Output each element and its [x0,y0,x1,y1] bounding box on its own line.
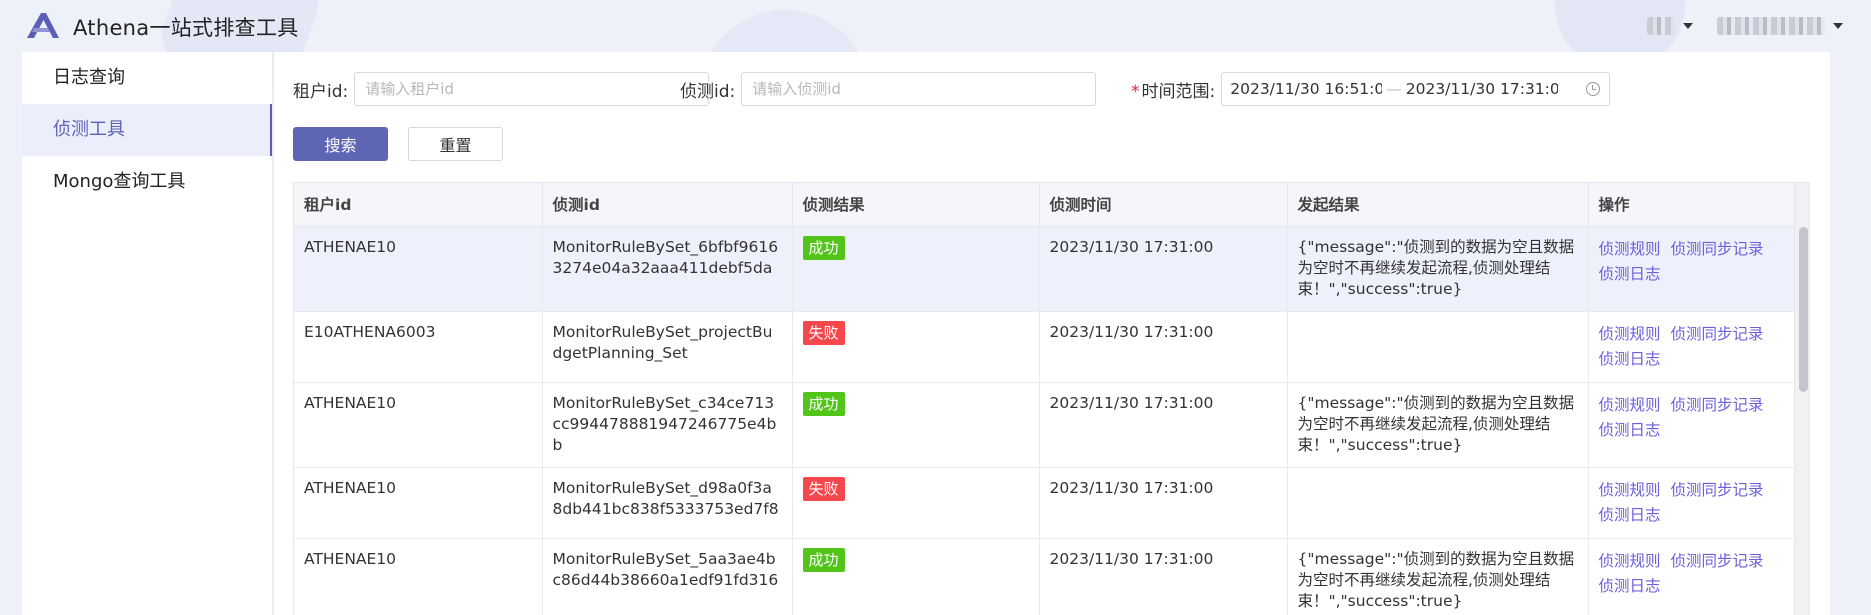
header: Athena一站式排查工具 [0,0,1871,52]
clock-icon [1586,82,1601,96]
detect-rule-link[interactable]: 侦测规则 [1599,396,1661,414]
status-badge: 成功 [802,547,845,572]
detect-input[interactable] [741,72,1097,106]
cell-detect-id: MonitorRuleBySet_5aa3ae4bc86d44b38660a1e… [542,538,793,615]
cell-tenant: ATHENAE10 [294,226,543,312]
status-badge: 失败 [802,476,845,501]
chevron-down-icon [1683,23,1693,29]
detect-rule-link[interactable]: 侦测规则 [1599,481,1661,499]
athena-logo-icon [27,13,59,38]
table-scrollbar[interactable] [1794,183,1809,615]
detect-sync-record-link[interactable]: 侦测同步记录 [1671,240,1764,258]
column-header-launch: 发起结果 [1287,183,1589,227]
cell-time: 2023/11/30 17:31:00 [1039,311,1288,383]
detect-rule-link[interactable]: 侦测规则 [1599,240,1661,258]
status-badge: 失败 [802,320,845,345]
column-header-actions: 操作 [1588,183,1795,227]
time-filter: * 时间范围: 2023/11/30 16:51:03 — 2023/11/30 … [1131,72,1611,106]
cell-detect-id: MonitorRuleBySet_d98a0f3a8db441bc838f533… [542,467,793,539]
detect-sync-record-link[interactable]: 侦测同步记录 [1671,325,1764,343]
detect-rule-link[interactable]: 侦测规则 [1599,552,1661,570]
table-row: ATHENAE10 MonitorRuleBySet_c34ce713cc994… [294,382,1795,468]
cell-actions: 侦测规则 侦测同步记录 侦测日志 [1588,382,1795,468]
detect-log-link[interactable]: 侦测日志 [1599,350,1661,368]
time-label-text: 时间范围: [1141,81,1216,102]
cell-tenant: ATHENAE10 [294,467,543,539]
cell-time: 2023/11/30 17:31:00 [1039,382,1288,468]
time-range-separator: — [1386,80,1402,98]
column-header-result: 侦测结果 [792,183,1040,227]
time-range-picker[interactable]: 2023/11/30 16:51:03 — 2023/11/30 17:31:0… [1221,72,1611,106]
time-label: * 时间范围: [1131,77,1215,102]
cell-actions: 侦测规则 侦测同步记录 侦测日志 [1588,226,1795,312]
cell-result: 成功 [792,538,1040,615]
tenant-label: 租户id: [293,81,349,102]
cell-launch [1287,467,1589,539]
column-header-time: 侦测时间 [1039,183,1288,227]
menu-item-log-query[interactable]: 日志查询 [22,52,272,104]
cell-actions: 侦测规则 侦测同步记录 侦测日志 [1588,311,1795,383]
cell-tenant: ATHENAE10 [294,538,543,615]
cell-launch: {"message":"侦测到的数据为空且数据为空时不再继续发起流程,侦测处理结… [1287,226,1589,312]
table-row: E10ATHENA6003 MonitorRuleBySet_projectBu… [294,311,1795,383]
language-label-redacted [1647,17,1675,35]
detect-log-link[interactable]: 侦测日志 [1599,577,1661,595]
reset-button[interactable]: 重置 [408,127,503,161]
cell-launch: {"message":"侦测到的数据为空且数据为空时不再继续发起流程,侦测处理结… [1287,538,1589,615]
tenant-input[interactable] [354,72,710,106]
time-start-value[interactable]: 2023/11/30 16:51:03 [1230,80,1382,98]
time-end-value[interactable]: 2023/11/30 17:31:03 [1406,80,1558,98]
detect-label: 侦测id: [680,81,736,102]
status-badge: 成功 [802,235,845,260]
chevron-down-icon [1833,23,1843,29]
result-table: 租户id 侦测id 侦测结果 侦测时间 发起结果 操作 ATHENAE10 Mo… [293,182,1810,615]
cell-detect-id: MonitorRuleBySet_c34ce713cc9944788819472… [542,382,793,468]
app-title: Athena一站式排查工具 [73,16,299,40]
required-mark: * [1131,81,1140,102]
status-badge: 成功 [802,391,845,416]
user-name-redacted [1717,17,1825,35]
detect-sync-record-link[interactable]: 侦测同步记录 [1671,396,1764,414]
cell-time: 2023/11/30 17:31:00 [1039,538,1288,615]
cell-result: 失败 [792,311,1040,383]
cell-detect-id: MonitorRuleBySet_6bfbf96163274e04a32aaa4… [542,226,793,312]
column-header-tenant: 租户id [294,183,543,227]
cell-result: 成功 [792,226,1040,312]
cell-detect-id: MonitorRuleBySet_projectBudgetPlanning_S… [542,311,793,383]
cell-actions: 侦测规则 侦测同步记录 侦测日志 [1588,467,1795,539]
detect-rule-link[interactable]: 侦测规则 [1599,325,1661,343]
main-content: 租户id: 侦测id: *时间范围: 2023/11/30 16:51:03 —… [274,52,1830,615]
detect-log-link[interactable]: 侦测日志 [1599,421,1661,439]
scrollbar-thumb[interactable] [1799,227,1808,392]
detect-sync-record-link[interactable]: 侦测同步记录 [1671,552,1764,570]
table-header-row: 租户id 侦测id 侦测结果 侦测时间 发起结果 操作 [294,183,1795,227]
detect-sync-record-link[interactable]: 侦测同步记录 [1671,481,1764,499]
cell-launch [1287,311,1589,383]
cell-result: 失败 [792,467,1040,539]
tenant-filter: 租户id: [293,72,710,106]
table-row: ATHENAE10 MonitorRuleBySet_d98a0f3a8db44… [294,467,1795,539]
table-row: ATHENAE10 MonitorRuleBySet_6bfbf96163274… [294,226,1795,312]
search-button[interactable]: 搜索 [293,127,388,161]
detect-log-link[interactable]: 侦测日志 [1599,265,1661,283]
table-row: ATHENAE10 MonitorRuleBySet_5aa3ae4bc86d4… [294,538,1795,615]
cell-tenant: E10ATHENA6003 [294,311,543,383]
detect-log-link[interactable]: 侦测日志 [1599,506,1661,524]
column-header-detect-id: 侦测id [542,183,793,227]
cell-actions: 侦测规则 侦测同步记录 侦测日志 [1588,538,1795,615]
user-menu[interactable] [1717,14,1843,38]
cell-tenant: ATHENAE10 [294,382,543,468]
cell-time: 2023/11/30 17:31:00 [1039,467,1288,539]
detect-filter: 侦测id: [680,72,1097,106]
side-menu: 日志查询 侦测工具 Mongo查询工具 [22,52,273,615]
language-switcher[interactable] [1647,14,1693,38]
cell-result: 成功 [792,382,1040,468]
cell-launch: {"message":"侦测到的数据为空且数据为空时不再继续发起流程,侦测处理结… [1287,382,1589,468]
menu-item-detect-tool[interactable]: 侦测工具 [22,104,272,156]
menu-item-mongo-query[interactable]: Mongo查询工具 [22,156,272,208]
cell-time: 2023/11/30 17:31:00 [1039,226,1288,312]
